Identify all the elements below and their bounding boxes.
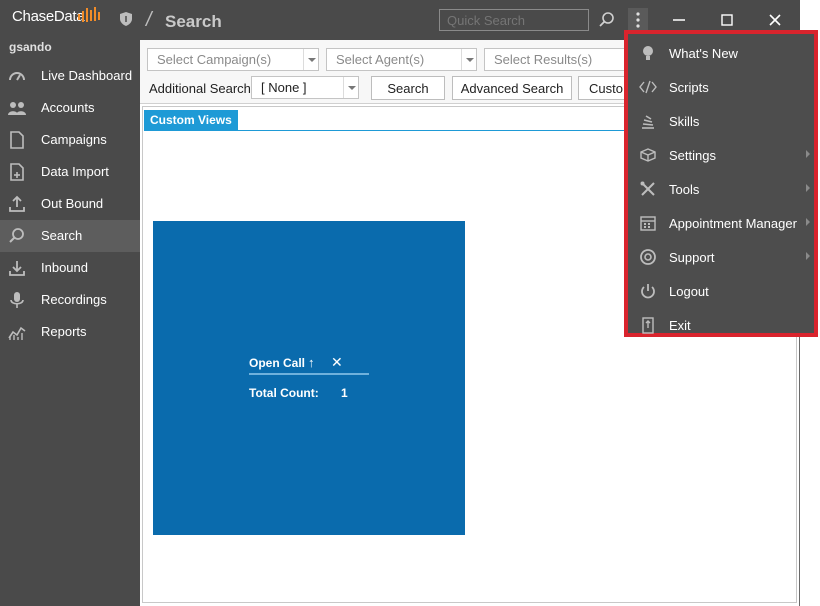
stack-icon [642, 115, 654, 129]
arrow-up-icon[interactable]: ↑ [308, 355, 315, 370]
chevron-down-icon [461, 49, 476, 70]
total-count-value: 1 [341, 386, 348, 400]
dashboard-gauge-icon [9, 72, 25, 81]
minimize-icon[interactable] [664, 9, 694, 31]
sidebar-item-out-bound[interactable]: Out Bound [0, 188, 140, 220]
sidebar-item-recordings[interactable]: Recordings [0, 284, 140, 316]
agent-select-placeholder: Select Agent(s) [336, 52, 425, 67]
import-file-icon [10, 163, 24, 181]
additional-search-value: [ None ] [261, 80, 307, 95]
menu-item-skills[interactable]: Skills [628, 104, 814, 138]
menu-item-scripts[interactable]: Scripts [628, 70, 814, 104]
chevron-right-icon [806, 218, 810, 226]
document-icon [10, 131, 24, 149]
tools-icon [640, 181, 655, 196]
results-select[interactable]: Select Results(s) [484, 48, 634, 71]
upload-icon [9, 195, 25, 212]
shield-icon[interactable] [119, 11, 133, 27]
code-icon [639, 80, 657, 94]
close-icon[interactable] [760, 9, 790, 31]
user-name: gsando [9, 40, 52, 54]
exit-door-icon [642, 317, 654, 334]
chart-icon [8, 326, 26, 340]
overflow-menu: What's New Scripts Skills Settings Tools… [624, 30, 818, 337]
sidebar-item-reports[interactable]: Reports [0, 316, 140, 348]
agent-select[interactable]: Select Agent(s) [326, 48, 477, 71]
additional-search-label: Additional Search: [149, 81, 255, 96]
chevron-right-icon [806, 184, 810, 192]
menu-item-support[interactable]: Support [628, 240, 814, 274]
results-select-placeholder: Select Results(s) [494, 52, 593, 67]
tile-divider [249, 373, 369, 375]
open-call-tile[interactable]: Open Call ↑ ✕ Total Count: 1 [153, 221, 465, 535]
campaign-select-placeholder: Select Campaign(s) [157, 52, 272, 67]
menu-item-exit[interactable]: Exit [628, 308, 814, 342]
chevron-down-icon [343, 77, 358, 98]
users-icon [8, 102, 26, 115]
tile-title: Open Call [249, 356, 306, 370]
more-menu-button[interactable] [628, 8, 648, 32]
cube-icon [640, 148, 656, 162]
breadcrumb-separator: / [146, 9, 152, 31]
page-title: Search [165, 12, 222, 31]
total-count-label: Total Count: [249, 386, 319, 400]
microphone-icon [10, 292, 24, 308]
sidebar-item-live-dashboard[interactable]: Live Dashboard [0, 60, 140, 92]
menu-item-settings[interactable]: Settings [628, 138, 814, 172]
sidebar-item-search[interactable]: Search [0, 220, 140, 252]
advanced-search-button[interactable]: Advanced Search [452, 76, 572, 100]
search-button[interactable]: Search [371, 76, 445, 100]
calendar-icon [640, 216, 656, 231]
lightbulb-icon [643, 46, 653, 60]
download-icon [9, 261, 25, 276]
menu-item-appointment-manager[interactable]: Appointment Manager [628, 206, 814, 240]
sidebar-item-data-import[interactable]: Data Import [0, 156, 140, 188]
chevron-right-icon [806, 150, 810, 158]
campaign-select[interactable]: Select Campaign(s) [147, 48, 319, 71]
sidebar-item-inbound[interactable]: Inbound [0, 252, 140, 284]
search-icon[interactable] [598, 11, 616, 29]
quick-search-input[interactable] [439, 9, 589, 31]
menu-item-whats-new[interactable]: What's New [628, 36, 814, 70]
menu-item-logout[interactable]: Logout [628, 274, 814, 308]
kebab-icon [636, 12, 640, 28]
power-icon [641, 284, 655, 299]
sidebar-item-accounts[interactable]: Accounts [0, 92, 140, 124]
chevron-right-icon [806, 252, 810, 260]
lifebuoy-icon [640, 249, 656, 265]
maximize-icon[interactable] [712, 9, 742, 31]
brand-logo: ChaseData [12, 8, 85, 25]
menu-item-tools[interactable]: Tools [628, 172, 814, 206]
tab-custom-views[interactable]: Custom Views [144, 110, 238, 130]
tile-close-icon[interactable]: ✕ [331, 354, 343, 371]
additional-search-select[interactable]: [ None ] [251, 76, 359, 99]
brand-waveform-icon [78, 7, 100, 22]
search-icon [9, 228, 24, 243]
sidebar: Live Dashboard Accounts Campaigns Data I… [0, 60, 140, 348]
chevron-down-icon [303, 49, 318, 70]
sidebar-item-campaigns[interactable]: Campaigns [0, 124, 140, 156]
